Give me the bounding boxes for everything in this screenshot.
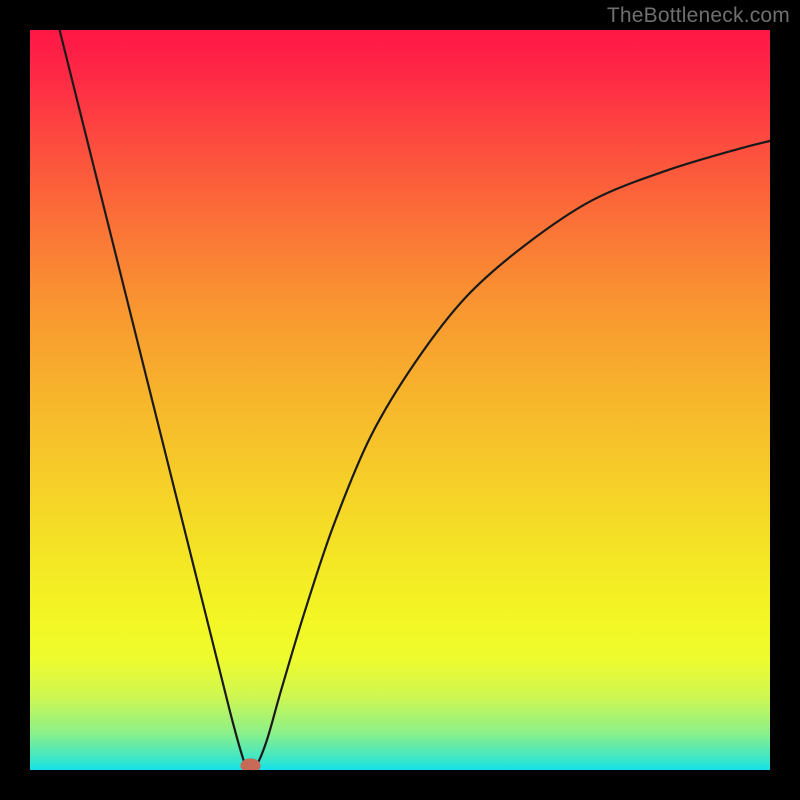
chart-frame: TheBottleneck.com (0, 0, 800, 800)
curve-layer (30, 30, 770, 770)
plot-area (30, 30, 770, 770)
watermark-text: TheBottleneck.com (607, 4, 790, 28)
bottleneck-curve (60, 30, 770, 769)
optimum-marker (241, 759, 260, 770)
